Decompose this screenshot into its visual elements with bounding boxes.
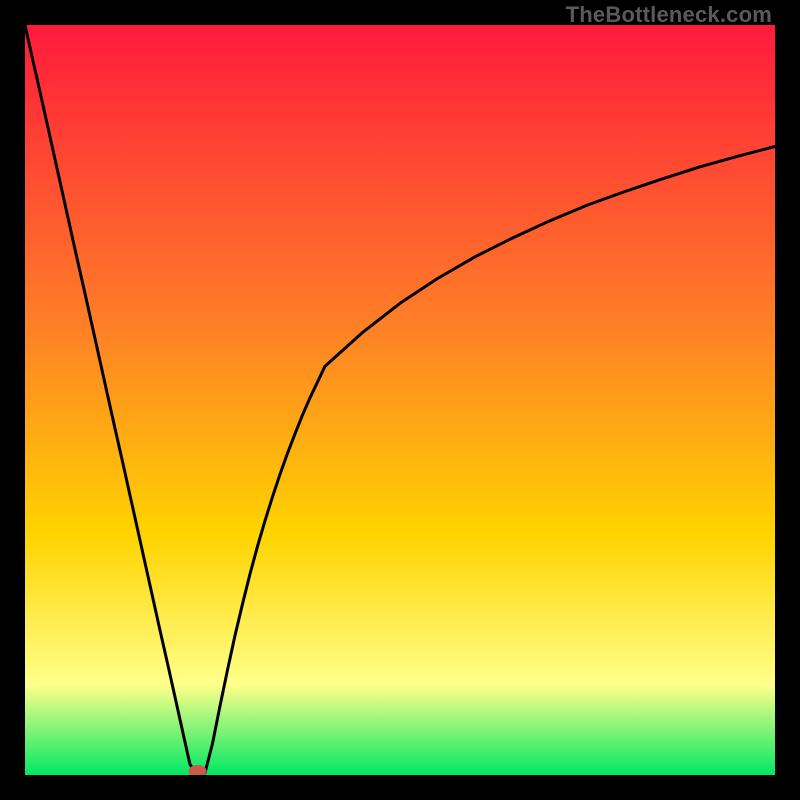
chart-frame (25, 25, 775, 775)
gradient-background (25, 25, 775, 775)
bottleneck-chart (25, 25, 775, 775)
